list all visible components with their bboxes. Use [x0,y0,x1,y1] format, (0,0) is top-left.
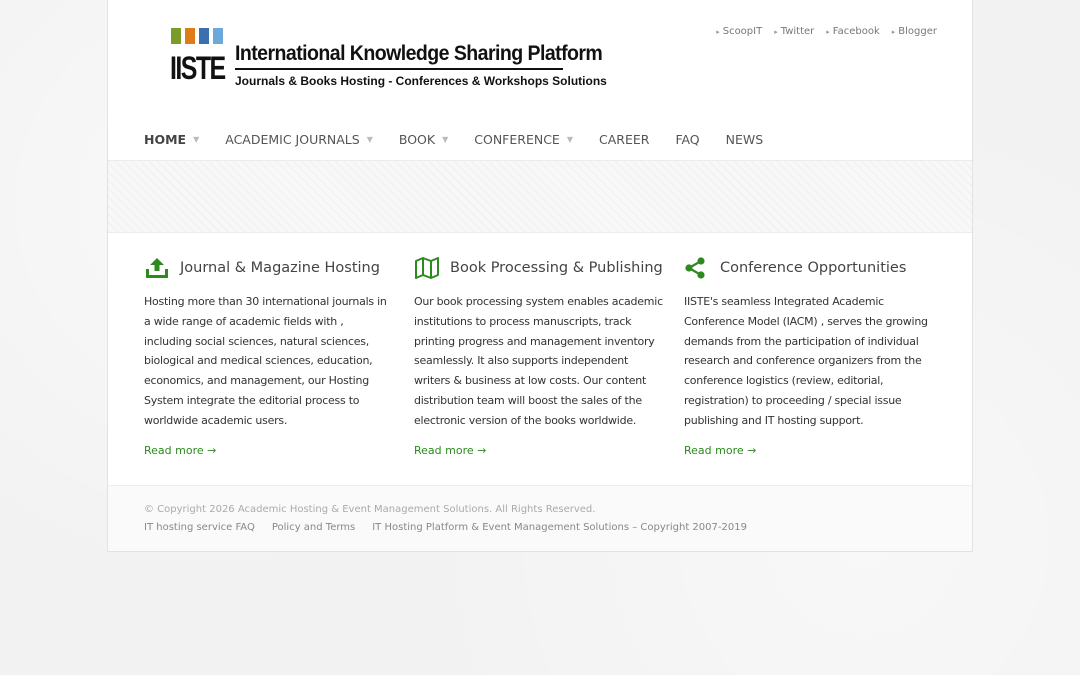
chevron-down-icon: ▼ [442,135,449,144]
map-icon [414,256,440,280]
feature-description: IISTE's seamless Integrated Academic Con… [684,295,928,427]
feature-description: Our book processing system enables acade… [414,295,663,427]
footer-link-platform[interactable]: IT Hosting Platform & Event Management S… [372,522,747,533]
nav-item-label: CAREER [598,132,650,147]
chevron-down-icon: ▼ [566,135,573,144]
social-links: ▸ ScoopIT ▸ Twitter ▸ Facebook ▸ Blogger [716,26,937,37]
social-link-scoopit[interactable]: ▸ ScoopIT [716,26,762,37]
logo-bar-4 [213,28,223,44]
nav-item-faq[interactable]: FAQ [675,132,699,147]
logo-subtitle: Journals & Books Hosting - Conferences &… [235,74,607,88]
read-more-link[interactable]: Read more → [414,444,486,457]
upload-icon [144,256,170,280]
copyright-text: © Copyright 2026 Academic Hosting & Even… [144,504,596,515]
footer-link-policy[interactable]: Policy and Terms [272,522,355,533]
bullet-icon: ▸ [774,28,778,36]
bullet-icon: ▸ [826,28,830,36]
nav-item-news[interactable]: NEWS [726,132,764,147]
nav-item-label: ACADEMIC JOURNALS [225,132,360,147]
logo-bar-1 [171,28,181,44]
logo-divider [235,68,563,70]
feature-book-publishing: Book Processing & Publishing Our book pr… [414,256,664,458]
feature-header: Conference Opportunities [684,256,934,280]
feature-header: Journal & Magazine Hosting [144,256,394,280]
read-more-link[interactable]: Read more → [144,444,216,457]
site-logo[interactable]: IISTE International Knowledge Sharing Pl… [161,26,607,94]
chevron-down-icon: ▼ [366,135,373,144]
feature-title: Conference Opportunities [720,260,907,276]
feature-conference: Conference Opportunities IISTE's seamles… [684,256,934,458]
pattern-banner [108,160,972,233]
social-link-label: ScoopIT [722,26,763,37]
footer-link-faq[interactable]: IT hosting service FAQ [144,522,255,533]
logo-title: International Knowledge Sharing Platform [235,42,603,65]
feature-title: Journal & Magazine Hosting [180,260,380,276]
nav-item-label: FAQ [675,132,700,147]
feature-title: Book Processing & Publishing [450,260,663,276]
nav-item-label: BOOK [398,132,436,147]
social-link-twitter[interactable]: ▸ Twitter [774,26,814,37]
main-nav: HOME ▼ ACADEMIC JOURNALS ▼ BOOK ▼ CONFERENC… [144,132,789,147]
site-footer: © Copyright 2026 Academic Hosting & Even… [108,485,972,551]
logo-color-bars [171,28,223,44]
read-more-link[interactable]: Read more → [684,444,756,457]
feature-journal-hosting: Journal & Magazine Hosting Hosting more … [144,256,394,458]
social-link-label: Facebook [832,26,880,37]
social-link-label: Blogger [898,26,937,37]
footer-links: IT hosting service FAQ Policy and Terms … [144,522,747,533]
social-link-label: Twitter [780,26,815,37]
logo-bar-3 [199,28,209,44]
feature-description: Hosting more than 30 international journ… [144,295,387,427]
logo-word: IISTE [170,50,226,86]
nav-item-home[interactable]: HOME ▼ [144,132,199,147]
feature-header: Book Processing & Publishing [414,256,664,280]
nav-item-label: HOME [144,132,187,147]
logo-bar-2 [185,28,195,44]
chevron-down-icon: ▼ [193,135,200,144]
share-icon [684,256,710,280]
page-container: IISTE International Knowledge Sharing Pl… [107,0,973,552]
nav-item-book[interactable]: BOOK ▼ [399,132,448,147]
logo-mark: IISTE [161,26,231,94]
nav-item-conference[interactable]: CONFERENCE ▼ [474,132,573,147]
nav-item-career[interactable]: CAREER [599,132,649,147]
bullet-icon: ▸ [716,28,720,36]
nav-item-academic-journals[interactable]: ACADEMIC JOURNALS ▼ [225,132,373,147]
bullet-icon: ▸ [891,28,896,36]
social-link-blogger[interactable]: ▸ Blogger [892,26,937,37]
nav-item-label: NEWS [725,132,764,147]
nav-item-label: CONFERENCE [474,132,560,147]
social-link-facebook[interactable]: ▸ Facebook [826,26,880,37]
